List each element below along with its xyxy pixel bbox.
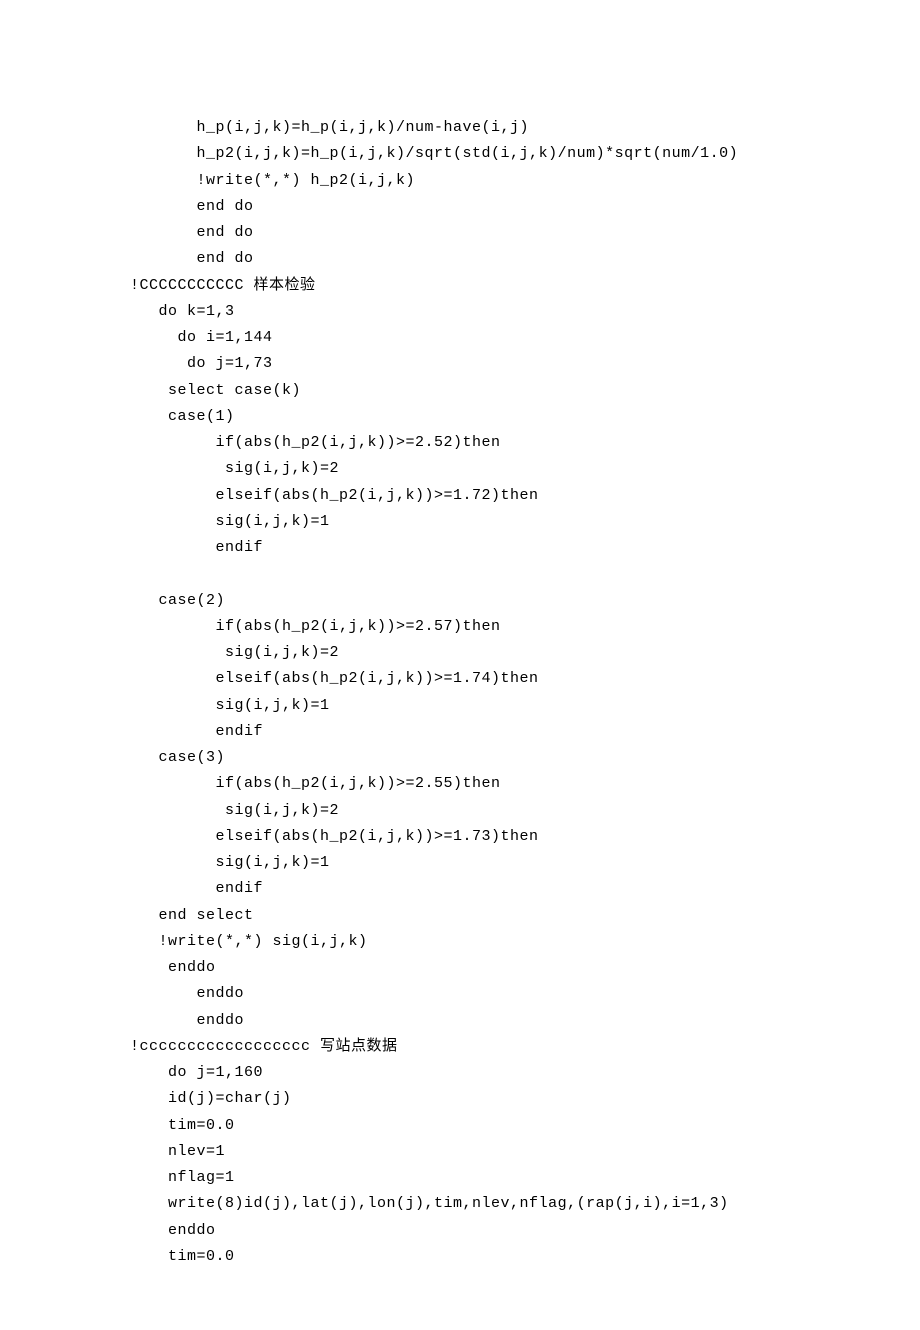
code-block: h_p(i,j,k)=h_p(i,j,k)/num-have(i,j) h_p2… [130,119,738,1265]
code-page: h_p(i,j,k)=h_p(i,j,k)/num-have(i,j) h_p2… [0,0,920,1330]
